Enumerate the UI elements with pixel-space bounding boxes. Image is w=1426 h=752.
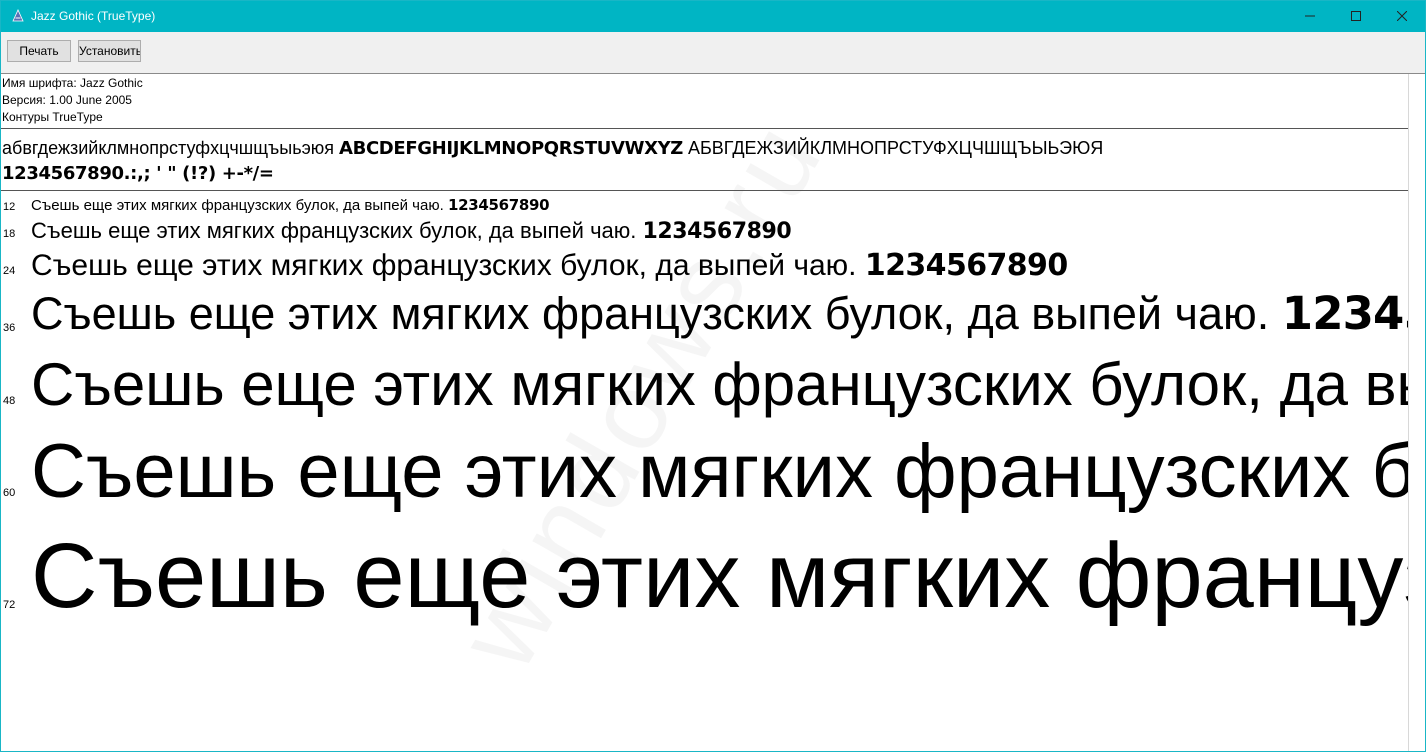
sample-text: Съешь еще этих мягких французских булок,… [31,287,1408,340]
sample-size-label: 24 [3,265,16,277]
charset-latin-lower: abcdefghijklmnopqrstuvwxyz [339,138,683,159]
sample-text: Съешь еще этих мягких французских булок,… [31,429,1408,514]
sample-text: Съешь еще этих мягких французских булок,… [31,196,550,214]
font-preview-area[interactable]: windows.ru Имя шрифта: Jazz Gothic Верси… [1,74,1425,751]
sample-row: 72 Съешь еще этих мягких французских бул… [1,522,1408,632]
sample-text: Съешь еще этих мягких французских булок,… [31,525,1408,627]
sample-row: 36 Съешь еще этих мягких французских бул… [1,287,1408,347]
sample-size-label: 48 [3,395,16,407]
sample-size-label: 72 [3,599,16,611]
install-button[interactable]: Установить [78,40,141,62]
font-viewer-window: Jazz Gothic (TrueType) Печать Установить… [0,0,1426,752]
minimize-button[interactable] [1287,1,1333,32]
close-icon [1396,8,1408,26]
sample-row: 48 Съешь еще этих мягких французских бул… [1,350,1408,420]
print-button[interactable]: Печать [7,40,71,62]
sample-text: Съешь еще этих мягких французских булок,… [31,248,1068,283]
font-file-icon [10,8,26,24]
charset-digits-punct: 1234567890.:,; ' " (!?) +-*/= [2,163,274,184]
sample-row: 60 Съешь еще этих мягких французских бул… [1,426,1408,516]
charset-row-2: 1234567890.:,; ' " (!?) +-*/= [2,163,274,184]
sample-text: Съешь еще этих мягких французских булок,… [31,351,1408,418]
sample-size-label: 60 [3,487,16,499]
charset-cyrillic-lower: абвгдежзийклмнопрстуфхцчшщъыьэюя [2,138,335,158]
title-bar[interactable]: Jazz Gothic (TrueType) [1,1,1425,32]
sample-size-label: 18 [3,228,16,240]
toolbar: Печать Установить [1,32,1425,74]
content-right-edge [1408,74,1409,751]
minimize-icon [1305,8,1315,26]
sample-row: 12 Съешь еще этих мягких французских бул… [1,196,1408,216]
charset-cyrillic-upper: АБВГДЕЖЗИЙКЛМНОПРСТУФХЦЧШЩЪЫЬЭЮЯ [687,138,1104,158]
window-title: Jazz Gothic (TrueType) [31,9,156,23]
divider [1,128,1408,129]
sample-row: 24 Съешь еще этих мягких французских бул… [1,248,1408,286]
sample-size-label: 36 [3,322,16,334]
maximize-button[interactable] [1333,1,1379,32]
charset-row-1: абвгдежзийклмнопрстуфхцчшщъыьэюя abcdefg… [2,138,1103,159]
maximize-icon [1351,8,1361,26]
sample-row: 18 Съешь еще этих мягких французских бул… [1,218,1408,246]
font-name-line: Имя шрифта: Jazz Gothic [2,76,143,90]
sample-text: Съешь еще этих мягких французских булок,… [31,218,792,244]
font-version-line: Версия: 1.00 June 2005 [2,93,132,107]
divider [1,190,1408,191]
close-button[interactable] [1379,1,1425,32]
sample-size-label: 12 [3,201,16,213]
font-outline-line: Контуры TrueType [2,110,103,124]
